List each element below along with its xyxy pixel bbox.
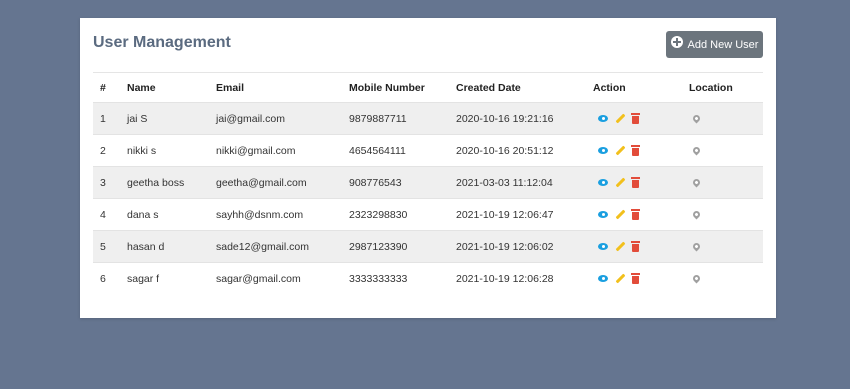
user-email: sade12@gmail.com <box>216 240 309 253</box>
trash-icon[interactable] <box>631 272 640 284</box>
row-location <box>689 199 763 231</box>
eye-icon[interactable] <box>598 243 608 250</box>
table-header-row: # Name Email Mobile Number Created Date … <box>93 72 763 103</box>
pencil-icon[interactable] <box>615 113 626 124</box>
page-title: User Management <box>93 34 231 51</box>
row-actions <box>593 231 689 263</box>
table-row: 3 geetha boss geetha@gmail.com 908776543 202… <box>93 166 763 199</box>
trash-icon[interactable] <box>631 240 640 252</box>
user-mobile: 9879887711 <box>349 112 407 125</box>
user-created-date: 2021-03-03 11:12:04 <box>456 176 553 189</box>
table-row: 6 sagar f sagar@gmail.com 3333333333 2021-10… <box>93 262 763 295</box>
table-row: 4 dana s sayhh@dsnm.com 2323298830 2021-10-1… <box>93 198 763 231</box>
column-header-name: Name <box>127 81 156 94</box>
pencil-icon[interactable] <box>615 241 626 252</box>
user-mobile: 2987123390 <box>349 240 408 253</box>
trash-icon[interactable] <box>631 176 640 188</box>
map-pin-icon[interactable] <box>691 273 702 284</box>
map-pin-icon[interactable] <box>691 177 702 187</box>
user-created-date: 2020-10-16 19:21:16 <box>456 112 554 125</box>
trash-icon[interactable] <box>631 208 640 220</box>
eye-icon[interactable] <box>598 179 608 186</box>
row-location <box>689 231 763 263</box>
map-pin-icon[interactable] <box>691 145 702 155</box>
user-mobile: 908776543 <box>349 176 402 189</box>
table-row: 2 nikki s nikki@gmail.com 4654564111 2020-10… <box>93 134 763 167</box>
user-mobile: 4654564111 <box>349 144 406 157</box>
table-row: 1 jai S jai@gmail.com 9879887711 2020-10-16 … <box>93 102 763 135</box>
pencil-icon[interactable] <box>615 177 626 188</box>
user-created-date: 2021-10-19 12:06:02 <box>456 240 554 253</box>
trash-icon[interactable] <box>631 112 640 124</box>
user-management-card: User Management Add New User # Name Emai… <box>80 18 776 318</box>
user-name: sagar f <box>127 272 160 285</box>
row-location <box>689 135 763 167</box>
map-pin-icon[interactable] <box>691 241 702 251</box>
pencil-icon[interactable] <box>615 273 626 284</box>
column-header-mobile: Mobile Number <box>349 81 425 94</box>
add-new-user-button[interactable]: Add New User <box>666 31 763 58</box>
user-name: geetha boss <box>127 176 185 189</box>
eye-icon[interactable] <box>598 211 608 218</box>
user-created-date: 2021-10-19 12:06:28 <box>456 272 554 285</box>
row-actions <box>593 263 689 295</box>
user-mobile: 2323298830 <box>349 208 408 221</box>
row-actions <box>593 103 689 135</box>
row-location <box>689 263 763 295</box>
user-name: hasan d <box>127 240 165 253</box>
plus-circle-icon <box>670 35 683 48</box>
users-table: # Name Email Mobile Number Created Date … <box>93 72 763 295</box>
column-header-location: Location <box>689 81 733 94</box>
pencil-icon[interactable] <box>615 145 626 156</box>
user-email: nikki@gmail.com <box>216 144 296 157</box>
row-index: 1 <box>100 112 106 125</box>
user-name: nikki s <box>127 144 157 157</box>
user-email: sagar@gmail.com <box>216 272 301 285</box>
map-pin-icon[interactable] <box>691 113 702 123</box>
map-pin-icon[interactable] <box>691 209 702 219</box>
add-new-user-label: Add New User <box>687 38 759 51</box>
row-index: 3 <box>100 176 106 189</box>
pencil-icon[interactable] <box>615 209 626 220</box>
user-created-date: 2020-10-16 20:51:12 <box>456 144 554 157</box>
user-mobile: 3333333333 <box>349 272 408 285</box>
row-index: 5 <box>100 240 106 253</box>
row-index: 2 <box>100 144 106 157</box>
row-index: 6 <box>100 272 106 285</box>
column-header-created: Created Date <box>456 81 521 94</box>
row-index: 4 <box>100 208 106 221</box>
table-row: 5 hasan d sade12@gmail.com 2987123390 2021-1… <box>93 230 763 263</box>
eye-icon[interactable] <box>598 147 608 154</box>
user-email: geetha@gmail.com <box>216 176 307 189</box>
column-header-index: # <box>100 81 106 94</box>
row-location <box>689 103 763 135</box>
eye-icon[interactable] <box>598 115 608 122</box>
row-actions <box>593 135 689 167</box>
row-location <box>689 167 763 199</box>
user-name: dana s <box>127 208 159 221</box>
trash-icon[interactable] <box>631 144 640 156</box>
user-email: jai@gmail.com <box>216 112 286 125</box>
column-header-action: Action <box>593 81 626 94</box>
row-actions <box>593 199 689 231</box>
column-header-email: Email <box>216 81 245 94</box>
user-email: sayhh@dsnm.com <box>216 208 304 221</box>
user-created-date: 2021-10-19 12:06:47 <box>456 208 554 221</box>
user-name: jai S <box>127 112 148 125</box>
row-actions <box>593 167 689 199</box>
eye-icon[interactable] <box>598 275 608 283</box>
